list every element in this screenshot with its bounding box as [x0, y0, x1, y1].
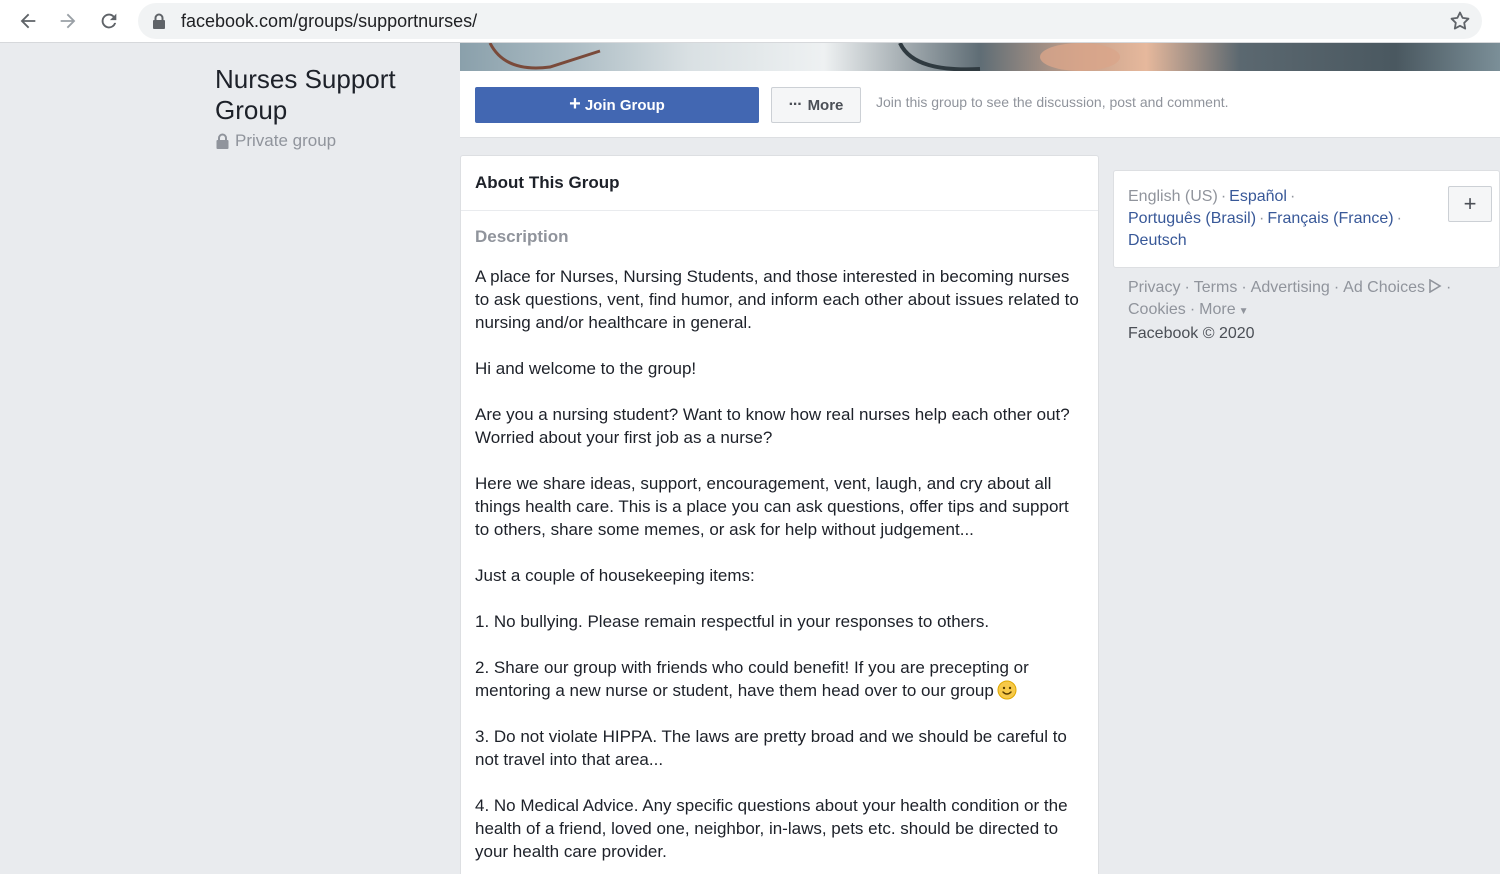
cover-photo: [460, 43, 1500, 71]
join-group-button[interactable]: + Join Group: [475, 87, 759, 123]
description-paragraph: A place for Nurses, Nursing Students, an…: [475, 267, 1079, 332]
footer-link-terms[interactable]: Terms: [1194, 279, 1238, 296]
footer-links: Privacy · Terms · Advertising · Ad Choices · Co…: [1128, 278, 1452, 342]
description-paragraph: 4. No Medical Advice. Any specific quest…: [475, 796, 1068, 861]
description-paragraph: Are you a nursing student? Want to know …: [475, 405, 1070, 447]
description-paragraph: Here we share ideas, support, encouragem…: [475, 474, 1069, 539]
bookmark-star-icon[interactable]: [1448, 9, 1472, 33]
language-link-deutsch[interactable]: Deutsch: [1128, 232, 1187, 249]
ellipsis-icon: ···: [788, 96, 803, 113]
about-group-card: About This Group Description A place for…: [460, 155, 1099, 874]
join-hint-text: Join this group to see the discussion, p…: [876, 94, 1229, 110]
description-paragraph: 3. Do not violate HIPPA. The laws are pr…: [475, 727, 1067, 769]
more-languages-button[interactable]: +: [1448, 186, 1492, 222]
group-privacy-label: Private group: [216, 131, 336, 151]
language-link-francais[interactable]: Français (France): [1267, 210, 1393, 227]
current-language: English (US): [1128, 188, 1218, 205]
back-button[interactable]: [13, 6, 43, 36]
copyright-text: Facebook © 2020: [1128, 325, 1255, 342]
description-label: Description: [475, 227, 569, 246]
browser-toolbar: facebook.com/groups/supportnurses/: [0, 0, 1500, 43]
arrow-left-icon: [20, 13, 36, 29]
more-button[interactable]: ··· More: [771, 87, 861, 123]
language-link-espanol[interactable]: Español: [1229, 188, 1287, 205]
language-list: English (US) · Español · Português (Brasil)…: [1128, 188, 1402, 249]
footer-more-label: More: [1199, 301, 1236, 318]
lock-icon: [153, 13, 165, 29]
forward-button[interactable]: [53, 6, 83, 36]
more-label: More: [807, 96, 844, 114]
join-group-label: Join Group: [584, 96, 665, 114]
description-paragraph-text: 2. Share our group with friends who coul…: [475, 658, 1029, 700]
about-heading: About This Group: [461, 156, 1098, 211]
arrow-right-icon: [60, 13, 76, 29]
ad-choices-icon: [1429, 278, 1442, 294]
caret-down-icon: ▼: [1238, 306, 1249, 317]
ad-choices-label: Ad Choices: [1343, 279, 1425, 296]
footer-link-ad-choices[interactable]: Ad Choices: [1343, 278, 1442, 296]
group-action-bar: + Join Group ··· More Join this group to…: [460, 71, 1500, 138]
description-paragraph: Just a couple of housekeeping items:: [475, 566, 755, 585]
description-paragraph: 1. No bullying. Please remain respectful…: [475, 612, 990, 631]
footer-link-privacy[interactable]: Privacy: [1128, 279, 1180, 296]
footer-link-more[interactable]: More ▼: [1199, 301, 1248, 318]
reload-button[interactable]: [94, 6, 124, 36]
url-text: facebook.com/groups/supportnurses/: [181, 11, 478, 31]
reload-icon: [101, 13, 117, 29]
plus-icon: +: [569, 92, 581, 115]
language-selector-card: English (US) · Español · Português (Brasil)…: [1113, 170, 1500, 268]
footer-link-cookies[interactable]: Cookies: [1128, 301, 1186, 318]
description-paragraph: 2. Share our group with friends who coul…: [475, 656, 1084, 702]
lock-icon: [216, 133, 229, 149]
plus-icon: +: [1463, 191, 1477, 216]
description-paragraph: Hi and welcome to the group!: [475, 359, 697, 378]
language-link-portugues[interactable]: Português (Brasil): [1128, 210, 1256, 227]
smiley-emoji-icon: [997, 680, 1017, 700]
privacy-text: Private group: [235, 131, 337, 150]
group-title[interactable]: Nurses Support Group: [215, 64, 445, 126]
address-bar[interactable]: facebook.com/groups/supportnurses/: [138, 3, 1482, 39]
footer-link-advertising[interactable]: Advertising: [1251, 279, 1330, 296]
